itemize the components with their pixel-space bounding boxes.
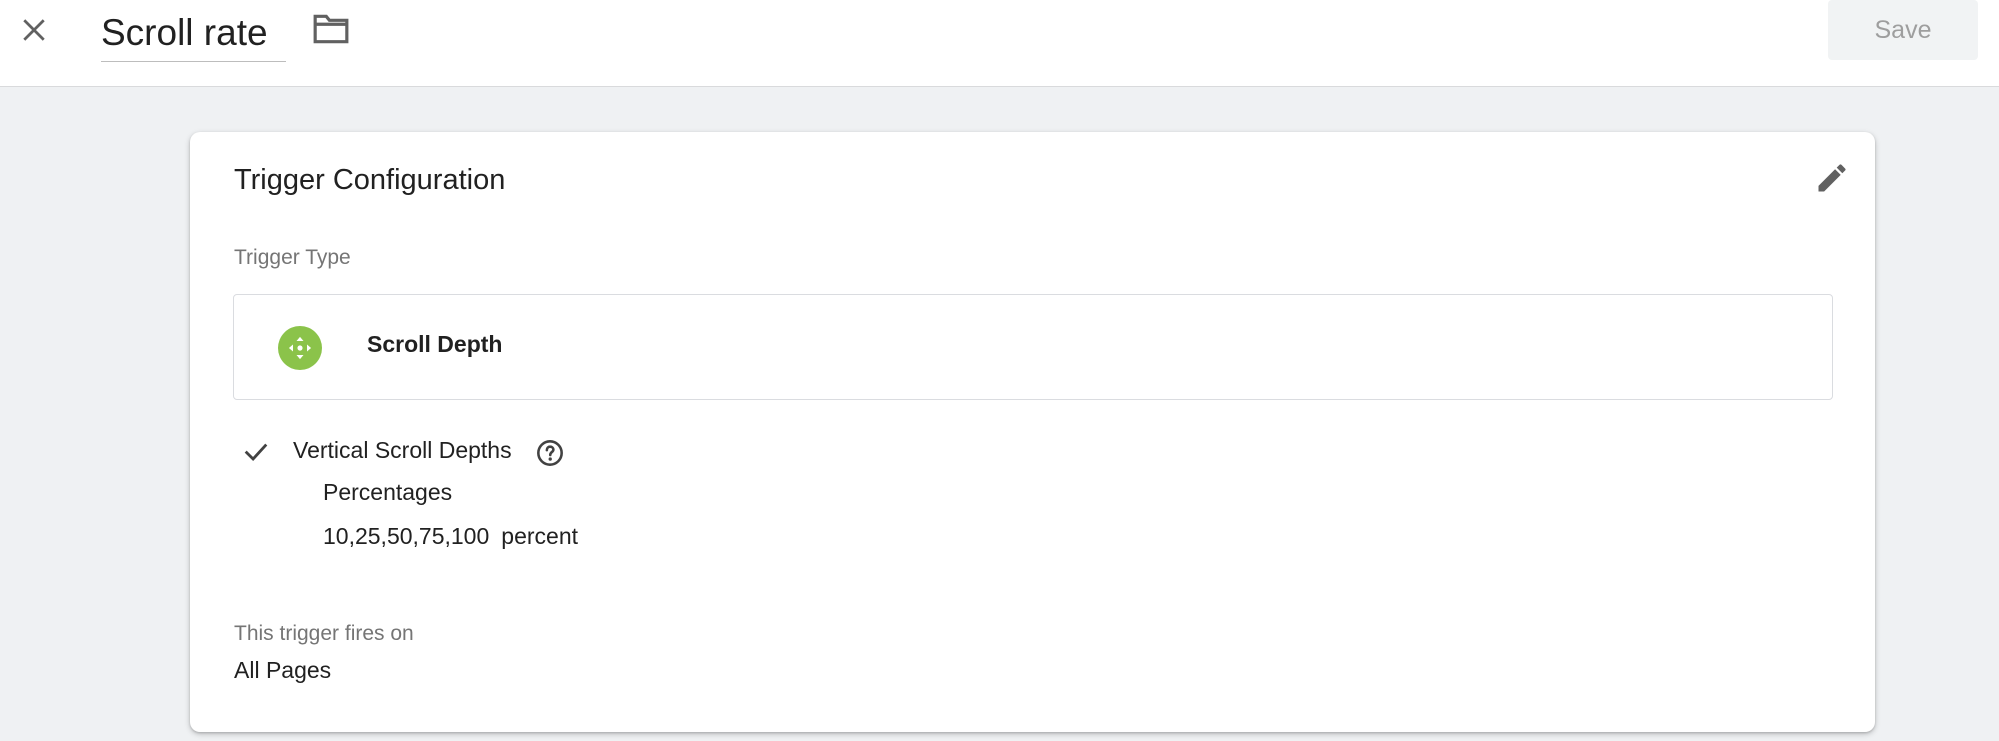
folder-icon: [313, 14, 349, 44]
percentage-unit: percent: [501, 523, 578, 549]
trigger-name-field[interactable]: Scroll rate: [101, 4, 286, 62]
close-button[interactable]: [14, 10, 54, 50]
folder-button[interactable]: [309, 9, 353, 49]
edit-button[interactable]: [1810, 156, 1854, 200]
close-icon: [23, 19, 45, 41]
trigger-configuration-card: Trigger Configuration Trigger Type Scrol…: [190, 132, 1875, 732]
help-icon[interactable]: [536, 439, 564, 467]
percentage-values: 10,25,50,75,100 percent: [323, 523, 578, 550]
checkmark-icon: [244, 443, 268, 462]
percentages-label: Percentages: [323, 479, 453, 505]
card-title: Trigger Configuration: [234, 164, 506, 196]
vertical-scroll-depths-label: Vertical Scroll Depths: [293, 437, 512, 463]
save-button[interactable]: Save: [1828, 0, 1978, 60]
fires-on-label: This trigger fires on: [234, 622, 414, 645]
top-bar: Scroll rate Save: [0, 0, 1999, 87]
trigger-name-text: Scroll rate: [101, 12, 268, 53]
fires-on-value: All Pages: [234, 657, 332, 683]
trigger-type-label: Trigger Type: [234, 246, 351, 269]
trigger-type-selector[interactable]: Scroll Depth: [233, 294, 1833, 400]
pencil-icon: [1818, 164, 1846, 192]
trigger-type-name: Scroll Depth: [367, 331, 503, 357]
scroll-depth-icon: [278, 326, 322, 370]
percentage-values-text: 10,25,50,75,100: [323, 523, 490, 549]
